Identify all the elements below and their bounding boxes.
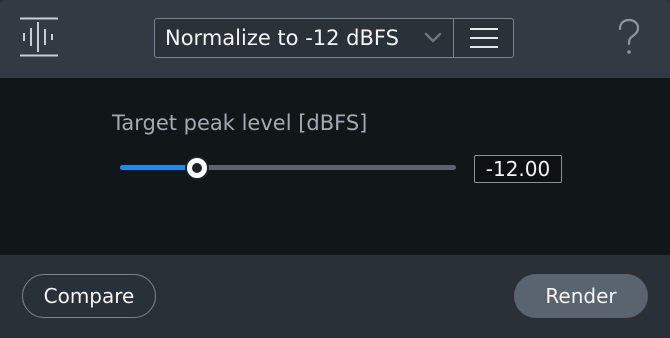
render-button[interactable]: Render <box>514 274 648 318</box>
preset-selector: Normalize to -12 dBFS <box>154 18 514 58</box>
target-peak-level-value-field[interactable]: -12.00 <box>474 155 562 183</box>
preset-dropdown[interactable]: Normalize to -12 dBFS <box>155 19 453 57</box>
header-bar: Normalize to -12 dBFS <box>0 0 670 78</box>
hamburger-menu-icon <box>470 28 498 48</box>
slider-thumb[interactable] <box>185 156 210 180</box>
compare-button[interactable]: Compare <box>22 274 156 318</box>
parameter-panel: Target peak level [dBFS] -12.00 <box>0 78 670 255</box>
target-peak-level-slider[interactable] <box>120 156 456 180</box>
question-mark-icon[interactable] <box>612 17 646 59</box>
preset-menu-button[interactable] <box>454 19 513 57</box>
waveform-logo-icon <box>20 17 58 57</box>
preset-selected-label: Normalize to -12 dBFS <box>165 26 399 50</box>
target-peak-level-label: Target peak level [dBFS] <box>112 111 368 135</box>
chevron-down-icon <box>424 32 442 43</box>
plugin-window: Normalize to -12 dBFS Target peak level … <box>0 0 670 338</box>
footer-bar: Compare Render <box>0 255 670 338</box>
